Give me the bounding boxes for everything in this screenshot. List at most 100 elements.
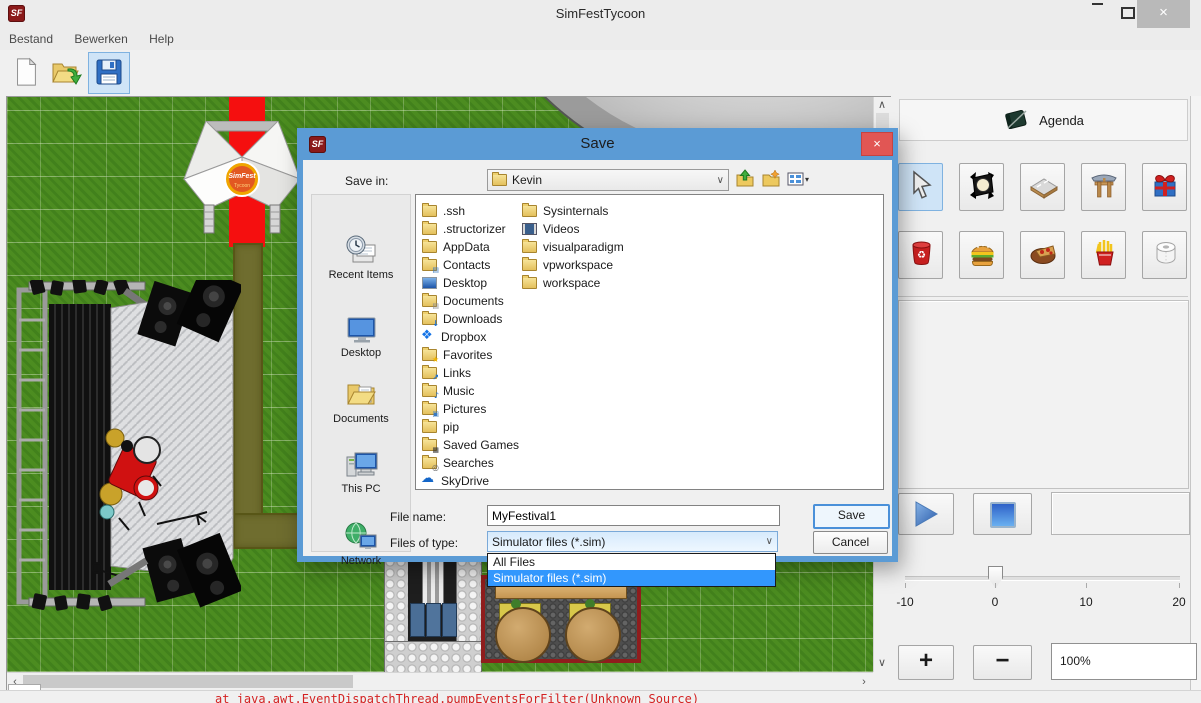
dialog-close-icon: × [873, 136, 881, 151]
tool-burger-button[interactable] [959, 231, 1004, 279]
view-menu-button[interactable]: ▾ [787, 169, 813, 189]
file-type-dropdown: All Files Simulator files (*.sim) [487, 553, 776, 587]
file-item[interactable]: Documents [422, 292, 504, 309]
menu-help[interactable]: Help [140, 28, 183, 46]
file-item[interactable]: SkyDrive [422, 472, 489, 489]
slider-tick-label: 0 [980, 595, 1010, 609]
zoom-in-button[interactable]: + [898, 645, 954, 680]
cancel-button[interactable]: Cancel [813, 531, 888, 554]
maximize-icon [1121, 7, 1135, 19]
file-item[interactable]: Videos [522, 220, 579, 237]
stage-curtain [49, 304, 111, 590]
agenda-button[interactable]: Agenda [899, 99, 1188, 141]
horizontal-scroll-thumb[interactable] [23, 675, 353, 688]
file-item[interactable]: Searches [422, 454, 494, 471]
slider-tick-label: -10 [890, 595, 920, 609]
minimize-button[interactable] [1085, 0, 1109, 28]
favorites-icon [422, 349, 437, 361]
new-folder-button[interactable] [761, 169, 781, 192]
tool-spotlight-button[interactable] [959, 163, 1004, 211]
scroll-right-arrow[interactable]: › [856, 674, 872, 690]
zoom-level-field[interactable]: 100% [1051, 643, 1197, 680]
file-item[interactable]: Desktop [422, 274, 487, 291]
new-file-button[interactable] [6, 52, 46, 92]
slider-tick-label: 10 [1071, 595, 1101, 609]
dialog-close-button[interactable]: × [861, 132, 893, 156]
file-item[interactable]: Pictures [422, 400, 486, 417]
place-recent-items[interactable]: Recent Items [312, 233, 410, 281]
folder-icon [422, 205, 437, 217]
file-type-combobox[interactable]: Simulator files (*.sim) ∨ [487, 531, 778, 552]
tool-gift-button[interactable] [1142, 163, 1187, 211]
file-name-label: File name: [390, 510, 446, 524]
tool-pizza-button[interactable] [1020, 231, 1065, 279]
this-pc-icon [343, 449, 379, 481]
tool-cursor-button[interactable] [898, 163, 943, 211]
menu-bestand[interactable]: Bestand [0, 28, 62, 46]
stage[interactable] [15, 280, 241, 612]
file-item[interactable]: Sysinternals [522, 202, 608, 219]
close-button[interactable]: × [1137, 0, 1190, 28]
tool-road-button[interactable] [1020, 163, 1065, 211]
save-in-combobox[interactable]: Kevin ∨ [487, 169, 729, 191]
speed-slider-track[interactable] [905, 576, 1180, 581]
tool-fries-button[interactable] [1081, 231, 1126, 279]
place-this-pc[interactable]: This PC [312, 449, 410, 495]
dropdown-option-simulator-files[interactable]: Simulator files (*.sim) [488, 570, 775, 586]
save-file-button[interactable] [88, 52, 130, 94]
file-type-label: Files of type: [390, 536, 458, 550]
save-floppy-icon [93, 56, 125, 88]
horizontal-scrollbar[interactable]: ‹ › [7, 672, 873, 690]
stack-trace-text: at java.awt.EventDispatchThread.pumpEven… [215, 692, 699, 703]
file-item[interactable]: .structorizer [422, 220, 506, 237]
tool-toilet-paper-button[interactable] [1142, 231, 1187, 279]
folder-icon [422, 241, 437, 253]
dropbox-icon [422, 332, 435, 342]
food-stand[interactable] [481, 575, 641, 663]
file-item[interactable]: visualparadigm [522, 238, 624, 255]
minimize-icon [1092, 3, 1103, 5]
network-icon [343, 521, 379, 553]
file-item[interactable]: Favorites [422, 346, 492, 363]
up-folder-icon [735, 169, 755, 189]
desktop-icon [422, 277, 437, 289]
close-icon: × [1159, 4, 1168, 21]
menu-bewerken[interactable]: Bewerken [65, 28, 136, 46]
file-item[interactable]: pip [422, 418, 459, 435]
pictures-icon [422, 403, 437, 415]
file-name-input[interactable] [487, 505, 780, 526]
documents-icon [422, 295, 437, 307]
tool-torii-gate-button[interactable] [1081, 163, 1126, 211]
titlebar: SF SimFestTycoon × [0, 0, 1201, 29]
svg-text:♻: ♻ [917, 250, 926, 261]
file-item[interactable]: Downloads [422, 310, 502, 327]
file-list[interactable]: .ssh .structorizer AppData Contacts Desk… [415, 194, 884, 490]
place-desktop[interactable]: Desktop [312, 315, 410, 359]
play-button[interactable] [898, 493, 954, 535]
scroll-down-arrow[interactable]: ∨ [874, 655, 890, 671]
road-tile-icon [1028, 170, 1058, 200]
file-item[interactable]: Dropbox [422, 328, 486, 345]
file-item[interactable]: AppData [422, 238, 490, 255]
file-item[interactable]: workspace [522, 274, 600, 291]
save-dialog: SF Save × Save in: Kevin ∨ [297, 128, 898, 562]
open-file-button[interactable] [46, 52, 86, 92]
stop-button[interactable] [973, 493, 1032, 535]
dropdown-option-all-files[interactable]: All Files [488, 554, 775, 570]
file-item[interactable]: Contacts [422, 256, 490, 273]
view-menu-icon [787, 169, 805, 189]
zoom-out-button[interactable]: − [973, 645, 1032, 680]
scroll-up-arrow[interactable]: ∧ [874, 97, 890, 113]
place-documents[interactable]: Documents [312, 377, 410, 425]
links-icon [422, 367, 437, 379]
info-panel [898, 300, 1189, 489]
file-item[interactable]: vpworkspace [522, 256, 613, 273]
file-item[interactable]: .ssh [422, 202, 465, 219]
entrance-tent[interactable]: SimFest Tycoon [180, 121, 304, 235]
save-button[interactable]: Save [813, 504, 890, 529]
file-item[interactable]: Links [422, 364, 471, 381]
tool-trash-button[interactable]: ♻ [898, 231, 943, 279]
up-one-level-button[interactable] [735, 169, 755, 192]
file-item[interactable]: Music [422, 382, 474, 399]
file-item[interactable]: Saved Games [422, 436, 519, 453]
